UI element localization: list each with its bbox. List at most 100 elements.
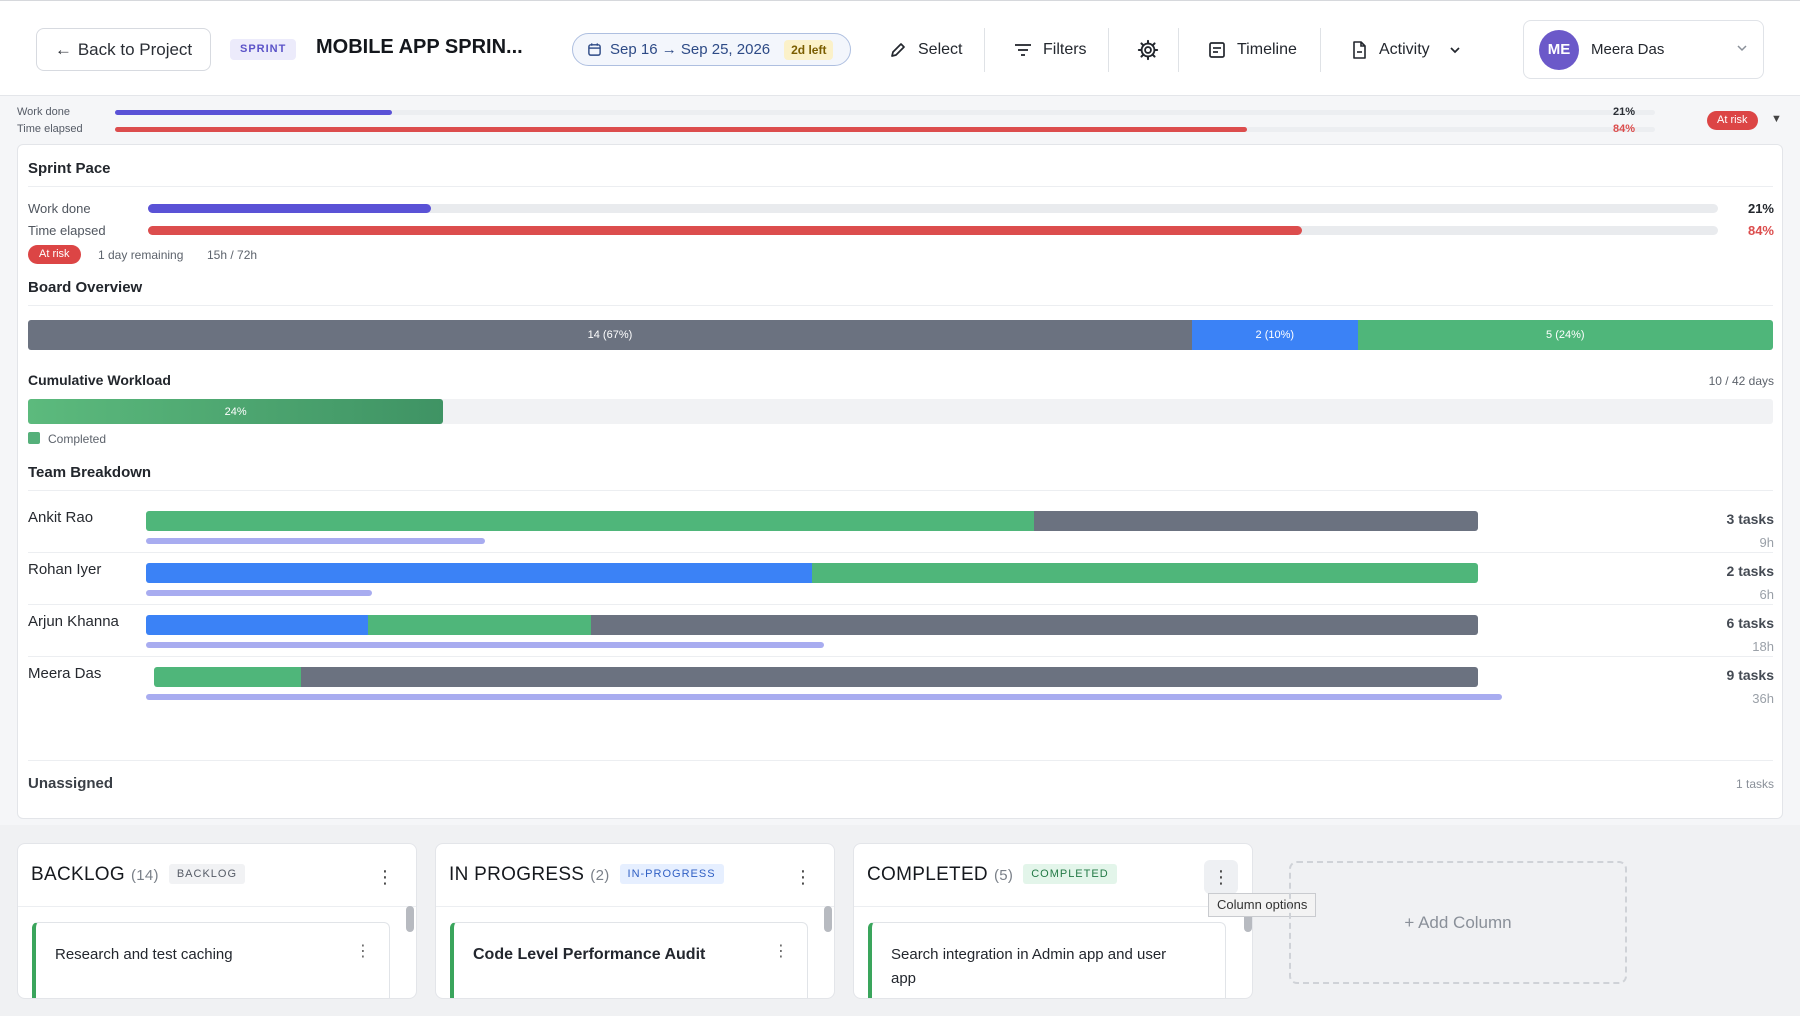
column-header: IN PROGRESS (2) IN-PROGRESS	[449, 864, 724, 886]
cumulative-workload-fill: 24%	[28, 399, 444, 424]
cumulative-workload-title: Cumulative Workload	[28, 372, 171, 388]
overview-segment-label: 2 (10%)	[1255, 329, 1295, 341]
member-name: Arjun Khanna	[28, 613, 119, 630]
column-status-tag: IN-PROGRESS	[619, 864, 724, 884]
task-card-title: Code Level Performance Audit	[473, 946, 706, 963]
work-done-track	[148, 204, 1718, 213]
column-header: BACKLOG (14) BACKLOG	[31, 864, 246, 886]
member-task-segment	[146, 615, 369, 635]
column-title: IN PROGRESS	[449, 864, 585, 885]
column-options-button[interactable]: ⋮	[1204, 860, 1238, 894]
gear-icon	[1137, 39, 1159, 61]
select-label: Select	[918, 41, 963, 58]
divider	[28, 186, 1773, 187]
timeline-button[interactable]: Timeline	[1207, 31, 1297, 69]
column-options-button[interactable]: ⋮	[786, 860, 820, 894]
back-to-project-button[interactable]: ← Back to Project	[36, 28, 211, 71]
task-card[interactable]: Research and test caching ⋮	[32, 922, 390, 998]
time-elapsed-fill	[148, 226, 1302, 235]
member-task-segment	[812, 563, 1478, 583]
member-task-bar	[146, 563, 1478, 583]
member-task-bar	[154, 667, 1478, 687]
filters-label: Filters	[1043, 41, 1087, 58]
scrollbar[interactable]	[406, 906, 414, 932]
column-header: COMPLETED (5) COMPLETED	[867, 864, 1117, 886]
member-name: Ankit Rao	[28, 509, 94, 526]
team-member-row[interactable]: Meera Das 9 tasks 36h	[18, 657, 1782, 717]
member-hours-bar	[146, 590, 373, 596]
member-task-segment	[368, 615, 591, 635]
chevron-down-icon	[1737, 45, 1747, 52]
add-column-button[interactable]: + Add Column	[1289, 861, 1627, 984]
member-task-segment	[154, 667, 301, 687]
user-menu[interactable]: ME Meera Das	[1523, 20, 1764, 79]
unassigned-tasks: 1 tasks	[1735, 777, 1774, 791]
top-toolbar: ← Back to Project SPRINT MOBILE APP SPRI…	[0, 0, 1800, 96]
sprint-date-range[interactable]: Sep 16 → Sep 25, 2026 2d left	[572, 33, 851, 66]
work-done-fill	[148, 204, 431, 213]
team-member-row[interactable]: Ankit Rao 3 tasks 9h	[18, 501, 1782, 561]
sprint-title: MOBILE APP SPRIN...	[316, 36, 523, 58]
member-task-segment	[146, 511, 1035, 531]
unassigned-label: Unassigned	[28, 775, 114, 792]
column-status-tag: COMPLETED	[1023, 864, 1117, 884]
sprint-mini-progress[interactable]: Work done Time elapsed 21% 84% At risk ▼	[0, 97, 1800, 139]
card-options-button[interactable]: ⋮	[355, 941, 371, 961]
timeline-icon	[1209, 42, 1225, 58]
user-name: Meera Das	[1591, 41, 1665, 58]
overview-segment-label: 14 (67%)	[587, 329, 633, 341]
mini-work-fill	[115, 110, 393, 115]
mini-time-label: Time elapsed	[17, 123, 83, 135]
member-name: Rohan Iyer	[28, 561, 102, 578]
work-done-pct: 21%	[1747, 201, 1774, 216]
board-overview-bar: 14 (67%) 2 (10%) 5 (24%)	[28, 320, 1773, 350]
member-task-segment	[146, 563, 812, 583]
mini-work-track	[115, 110, 1655, 115]
task-card-title: Search integration in Admin app and user…	[891, 946, 1167, 987]
column-options-button[interactable]: ⋮	[368, 860, 402, 894]
sprint-tag: SPRINT	[230, 39, 297, 60]
divider	[28, 760, 1773, 761]
cumulative-workload-track: 24%	[28, 399, 1773, 424]
column-completed: COMPLETED (5) COMPLETED ⋮ Search integrati…	[853, 843, 1253, 999]
days-left-badge: 2d left	[784, 39, 834, 60]
team-member-row[interactable]: Arjun Khanna 6 tasks 18h	[18, 605, 1782, 665]
divider	[854, 906, 1252, 907]
column-backlog: BACKLOG (14) BACKLOG ⋮ Research and test c…	[17, 843, 417, 999]
chevron-down-icon	[1450, 47, 1460, 54]
workload-days: 10 / 42 days	[1708, 374, 1774, 388]
sprint-summary-panel: Sprint Pace Work done 21% Time elapsed 8…	[17, 144, 1783, 819]
toolbar-divider	[1320, 28, 1321, 72]
caret-down-icon[interactable]: ▼	[1771, 113, 1782, 125]
calendar-icon	[588, 43, 601, 56]
filters-button[interactable]: Filters	[1013, 31, 1087, 69]
member-task-bar	[146, 615, 1478, 635]
toolbar-divider	[984, 28, 985, 72]
time-elapsed-pct: 84%	[1747, 223, 1774, 238]
overview-segment: 14 (67%)	[28, 320, 1192, 350]
column-status-tag: BACKLOG	[168, 864, 246, 884]
overview-segment: 5 (24%)	[1357, 320, 1773, 350]
avatar: ME	[1539, 29, 1579, 70]
cumulative-pct: 24%	[224, 405, 247, 418]
member-hours: 36h	[1752, 691, 1774, 706]
document-icon	[1353, 41, 1366, 59]
toolbar-divider	[1108, 28, 1109, 72]
scrollbar[interactable]	[824, 906, 832, 932]
team-breakdown-title: Team Breakdown	[28, 464, 152, 481]
card-options-button[interactable]: ⋮	[773, 941, 789, 961]
settings-button[interactable]	[1137, 31, 1169, 69]
member-task-bar	[146, 511, 1478, 531]
status-badge: At risk	[1707, 111, 1758, 130]
activity-button[interactable]: Activity	[1349, 31, 1462, 69]
team-member-row[interactable]: Rohan Iyer 2 tasks 6h	[18, 553, 1782, 613]
member-task-count: 6 tasks	[1726, 615, 1774, 631]
task-card[interactable]: Code Level Performance Audit ⋮	[450, 922, 808, 998]
member-hours-bar	[146, 694, 1502, 700]
member-hours-bar	[146, 642, 824, 648]
member-hours: 9h	[1759, 535, 1774, 550]
select-button[interactable]: Select	[888, 31, 962, 69]
task-card[interactable]: Search integration in Admin app and user…	[868, 922, 1226, 998]
overview-segment-label: 5 (24%)	[1546, 329, 1585, 341]
mini-work-pct: 21%	[1612, 106, 1635, 118]
